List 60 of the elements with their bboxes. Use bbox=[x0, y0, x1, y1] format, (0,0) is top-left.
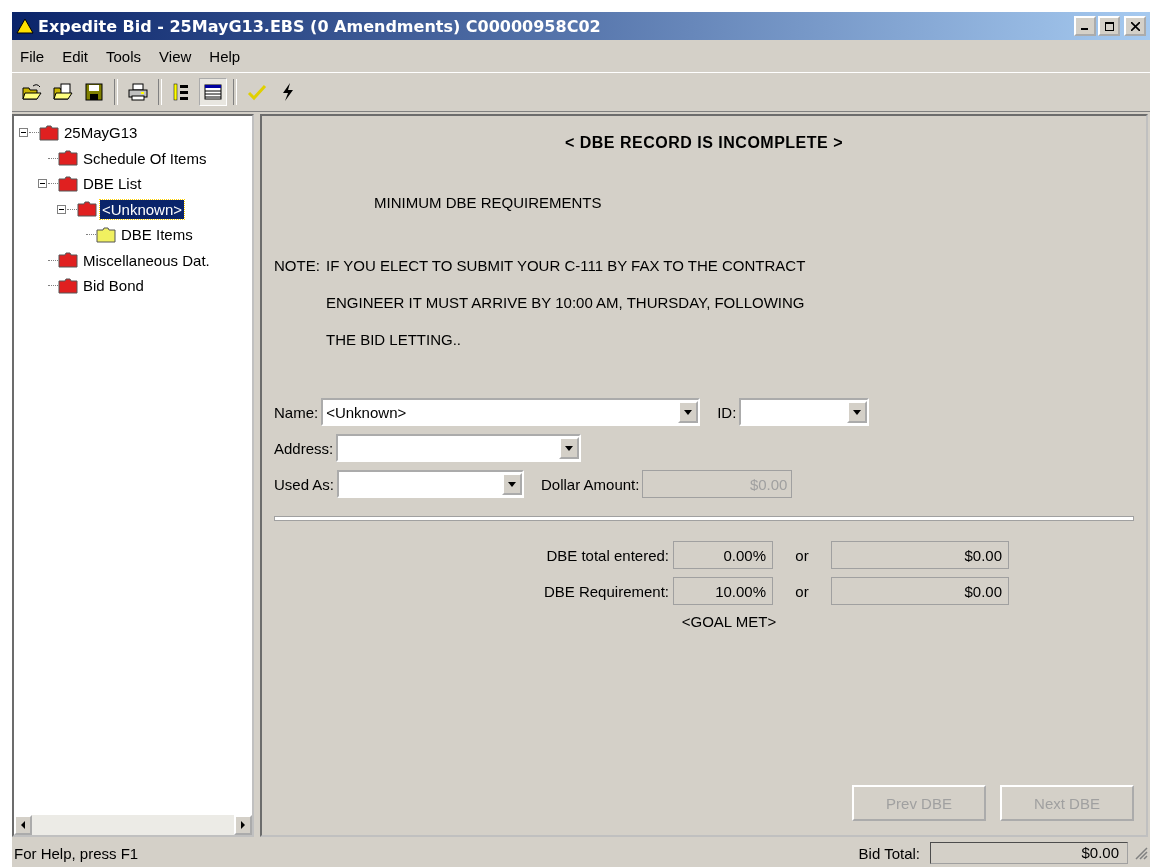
left-arrow-icon bbox=[20, 821, 26, 829]
menu-item[interactable]: File bbox=[20, 47, 45, 65]
right-arrow-icon bbox=[240, 821, 246, 829]
collapse-toggle[interactable] bbox=[18, 127, 29, 139]
list-view-button[interactable] bbox=[199, 78, 227, 106]
printer-icon bbox=[127, 82, 149, 102]
caret-down-icon bbox=[853, 409, 862, 415]
amount-field: $0.00 bbox=[831, 577, 1009, 605]
close-icon bbox=[1130, 21, 1140, 31]
tree-item[interactable]: <Unknown> bbox=[100, 199, 185, 219]
maximize-button[interactable] bbox=[1098, 16, 1120, 36]
menu-item[interactable]: Tools bbox=[106, 47, 142, 65]
bid-total-label: Bid Total: bbox=[858, 844, 920, 862]
bid-total-field: $0.00 bbox=[930, 842, 1128, 864]
or-label: or bbox=[794, 546, 810, 564]
caret-down-icon bbox=[684, 409, 693, 415]
list-icon bbox=[202, 82, 224, 102]
minimize-button[interactable] bbox=[1074, 16, 1096, 36]
caret-down-icon bbox=[508, 481, 517, 487]
field-label: Name: bbox=[274, 403, 319, 421]
warning-triangle-icon bbox=[16, 18, 34, 34]
tree-item[interactable]: DBE List bbox=[81, 174, 144, 194]
tree-item[interactable]: Miscellaneous Dat. bbox=[81, 250, 212, 270]
tree-item[interactable]: Schedule Of Items bbox=[81, 148, 209, 168]
menu-item[interactable]: Help bbox=[209, 47, 241, 65]
name-dropdown[interactable]: <Unknown> bbox=[321, 398, 701, 426]
caret-down-icon bbox=[565, 445, 574, 451]
percent-field: 0.00% bbox=[673, 541, 773, 569]
goal-status: <GOAL MET> bbox=[681, 613, 777, 630]
field-label: ID: bbox=[717, 403, 737, 421]
tree-item[interactable]: 25MayG13 bbox=[62, 123, 140, 143]
folder-document-icon bbox=[52, 82, 74, 102]
record-status-heading: < DBE RECORD IS INCOMPLETE > bbox=[563, 134, 844, 152]
menu-item[interactable]: Edit bbox=[62, 47, 89, 65]
amount-field: $0.00 bbox=[831, 541, 1009, 569]
resize-grip-icon bbox=[1134, 846, 1148, 860]
field-label: Dollar Amount: bbox=[541, 475, 640, 493]
tree-item[interactable]: Bid Bond bbox=[81, 276, 146, 296]
menu-item[interactable]: View bbox=[159, 47, 192, 65]
window-title: Expedite Bid - 25MayG13.EBS (0 Amendments) C00000958C02 bbox=[38, 16, 602, 36]
maximize-icon bbox=[1104, 21, 1114, 31]
note-label: NOTE: bbox=[274, 257, 321, 276]
or-label: or bbox=[794, 582, 810, 600]
open-folder-icon bbox=[21, 82, 43, 102]
tree-item[interactable]: DBE Items bbox=[119, 225, 195, 245]
section-title: MINIMUM DBE REQUIREMENTS bbox=[374, 194, 603, 211]
collapse-toggle[interactable] bbox=[56, 203, 67, 215]
field-label: Used As: bbox=[274, 475, 335, 493]
note-text: THE BID LETTING.. bbox=[326, 331, 462, 348]
collapse-toggle[interactable] bbox=[37, 178, 48, 190]
note-text: IF YOU ELECT TO SUBMIT YOUR C-111 BY FAX TO THE CONTRACT bbox=[326, 257, 806, 274]
total-label: DBE total entered: bbox=[545, 546, 669, 564]
checkmark-icon bbox=[246, 82, 268, 102]
note-text: ENGINEER IT MUST ARRIVE BY 10:00 AM, THURSDAY, FOLLOWING bbox=[326, 294, 806, 311]
percent-field: 10.00% bbox=[673, 577, 773, 605]
close-button[interactable] bbox=[1124, 16, 1146, 36]
status-text: For Help, press F1 bbox=[14, 844, 140, 862]
field-label: Address: bbox=[274, 439, 334, 457]
total-label: DBE Requirement: bbox=[542, 582, 669, 600]
horizontal-scrollbar[interactable] bbox=[14, 815, 252, 835]
